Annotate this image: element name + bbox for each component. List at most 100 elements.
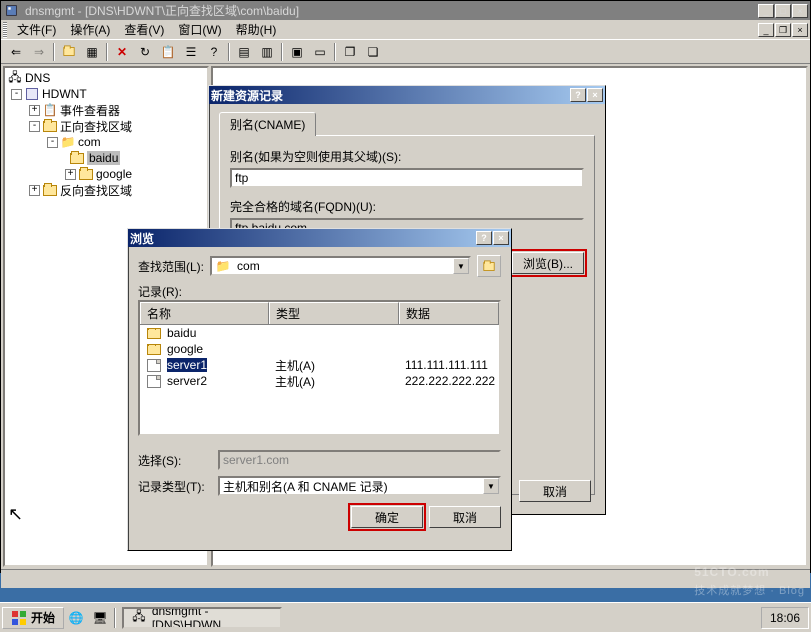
taskbar-task-dnsmgmt[interactable]: 🖧 dnsmgmt - [DNS\HDWN...: [122, 607, 282, 629]
quicklaunch-ie[interactable]: 🌐: [65, 607, 87, 629]
col-name[interactable]: 名称: [140, 302, 269, 324]
tree-google[interactable]: google: [96, 167, 132, 181]
menu-help[interactable]: 帮助(H): [230, 20, 283, 39]
dialog-close-button[interactable]: ×: [587, 88, 603, 102]
view-button[interactable]: ▦: [81, 41, 103, 63]
folder-icon: [42, 183, 58, 197]
chevron-down-icon[interactable]: ▼: [453, 258, 469, 274]
newwin-button[interactable]: ▣: [286, 41, 308, 63]
props-button[interactable]: ☰: [180, 41, 202, 63]
alias-input[interactable]: [230, 168, 584, 188]
list-item[interactable]: baidu: [140, 325, 499, 341]
browse-title: 浏览: [130, 230, 154, 247]
cancel-button[interactable]: 取消: [429, 506, 501, 528]
tree-server[interactable]: HDWNT: [42, 87, 87, 101]
zone-icon: 📁: [215, 259, 231, 273]
filter-button[interactable]: ▤: [233, 41, 255, 63]
browse-help-button[interactable]: ?: [476, 231, 492, 245]
app-icon: [3, 4, 19, 18]
row-type: 主机(A): [269, 373, 399, 390]
cursor-icon: ↖: [8, 504, 23, 525]
child-restore-button[interactable]: ❐: [775, 23, 791, 37]
folder-icon: [146, 326, 162, 340]
rectype-combo[interactable]: 主机和别名(A 和 CNAME 记录) ▼: [218, 476, 501, 496]
copy-button[interactable]: ❐: [339, 41, 361, 63]
scope-combo[interactable]: 📁 com ▼: [210, 256, 471, 276]
dialog-help-button[interactable]: ?: [570, 88, 586, 102]
tree-expand[interactable]: +: [29, 105, 40, 116]
maximize-button[interactable]: □: [775, 4, 791, 18]
child-minimize-button[interactable]: _: [758, 23, 774, 37]
up-folder-button[interactable]: [477, 255, 501, 277]
menu-file[interactable]: 文件(F): [11, 20, 62, 39]
row-type: 主机(A): [269, 357, 399, 374]
watermark: 51CTO.com技术成就梦想 · Blog: [694, 559, 805, 598]
tree-events[interactable]: 事件查看器: [60, 102, 120, 119]
tree-root[interactable]: DNS: [25, 71, 50, 85]
tree-expand[interactable]: +: [29, 185, 40, 196]
tree-fwdzone[interactable]: 正向查找区域: [60, 118, 132, 135]
delete-button[interactable]: ✕: [111, 41, 133, 63]
chevron-down-icon[interactable]: ▼: [483, 478, 499, 494]
menubar-grip[interactable]: [3, 22, 7, 38]
tile-button[interactable]: ▭: [309, 41, 331, 63]
quicklaunch-desktop[interactable]: 🖥: [89, 607, 111, 629]
dialog-titlebar[interactable]: 新建资源记录 ? ×: [209, 86, 605, 104]
windows-logo-icon: [11, 610, 27, 626]
menu-action[interactable]: 操作(A): [64, 20, 116, 39]
row-name: google: [167, 342, 203, 356]
browse-button[interactable]: 浏览(B)...: [512, 252, 584, 274]
records-label: 记录(R):: [138, 283, 501, 300]
titlebar[interactable]: dnsmgmt - [DNS\HDWNT\正向查找区域\com\baidu] _…: [1, 1, 810, 20]
tree-baidu[interactable]: baidu: [87, 151, 120, 165]
start-button[interactable]: 开始: [2, 607, 64, 629]
find-button[interactable]: ▥: [256, 41, 278, 63]
scope-value: com: [237, 259, 260, 273]
row-data: 222.222.222.222: [399, 374, 499, 388]
rectype-value: 主机和别名(A 和 CNAME 记录): [223, 478, 388, 495]
rectype-label: 记录类型(T):: [138, 478, 210, 495]
tree-collapse[interactable]: -: [11, 89, 22, 100]
forward-button[interactable]: ⇒: [28, 41, 50, 63]
eventlog-icon: 📋: [42, 103, 58, 117]
taskbar: 开始 🌐 🖥 🖧 dnsmgmt - [DNS\HDWN... 18:06: [0, 602, 811, 632]
folder-icon: [69, 151, 85, 165]
records-list[interactable]: 名称 类型 数据 baidugoogleserver1主机(A)111.111.…: [138, 300, 501, 436]
system-tray[interactable]: 18:06: [761, 607, 809, 629]
list-item[interactable]: server2主机(A)222.222.222.222: [140, 373, 499, 389]
paste-button[interactable]: ❏: [362, 41, 384, 63]
toolbar: ⇐ ⇒ ▦ ✕ ↻ 📋 ☰ ? ▤ ▥ ▣ ▭ ❐ ❏: [1, 39, 810, 64]
select-label: 选择(S):: [138, 452, 210, 469]
fqdn-label: 完全合格的域名(FQDN)(U):: [230, 198, 584, 215]
list-item[interactable]: server1主机(A)111.111.111.111: [140, 357, 499, 373]
tree-revzone[interactable]: 反向查找区域: [60, 182, 132, 199]
tree-expand[interactable]: +: [65, 169, 76, 180]
folder-icon: [78, 167, 94, 181]
task-label: dnsmgmt - [DNS\HDWN...: [152, 607, 272, 629]
row-data: 111.111.111.111: [399, 358, 499, 372]
tree-com[interactable]: com: [78, 135, 101, 149]
browse-close-button[interactable]: ×: [493, 231, 509, 245]
tree-collapse[interactable]: -: [47, 137, 58, 148]
ok-button[interactable]: 确定: [351, 506, 423, 528]
back-button[interactable]: ⇐: [5, 41, 27, 63]
help-button[interactable]: ?: [203, 41, 225, 63]
col-data[interactable]: 数据: [399, 302, 499, 324]
refresh-button[interactable]: ↻: [134, 41, 156, 63]
tree-collapse[interactable]: -: [29, 121, 40, 132]
select-input: [218, 450, 501, 470]
browse-titlebar[interactable]: 浏览 ? ×: [128, 229, 511, 247]
dialog-title: 新建资源记录: [211, 87, 283, 104]
tab-cname[interactable]: 别名(CNAME): [219, 112, 316, 136]
menu-window[interactable]: 窗口(W): [172, 20, 227, 39]
col-type[interactable]: 类型: [269, 302, 399, 324]
menu-view[interactable]: 查看(V): [118, 20, 170, 39]
close-button[interactable]: ×: [792, 4, 808, 18]
list-header[interactable]: 名称 类型 数据: [140, 302, 499, 325]
export-button[interactable]: 📋: [157, 41, 179, 63]
child-close-button[interactable]: ×: [792, 23, 808, 37]
newrr-cancel-button[interactable]: 取消: [519, 480, 591, 502]
list-item[interactable]: google: [140, 341, 499, 357]
up-button[interactable]: [58, 41, 80, 63]
minimize-button[interactable]: _: [758, 4, 774, 18]
